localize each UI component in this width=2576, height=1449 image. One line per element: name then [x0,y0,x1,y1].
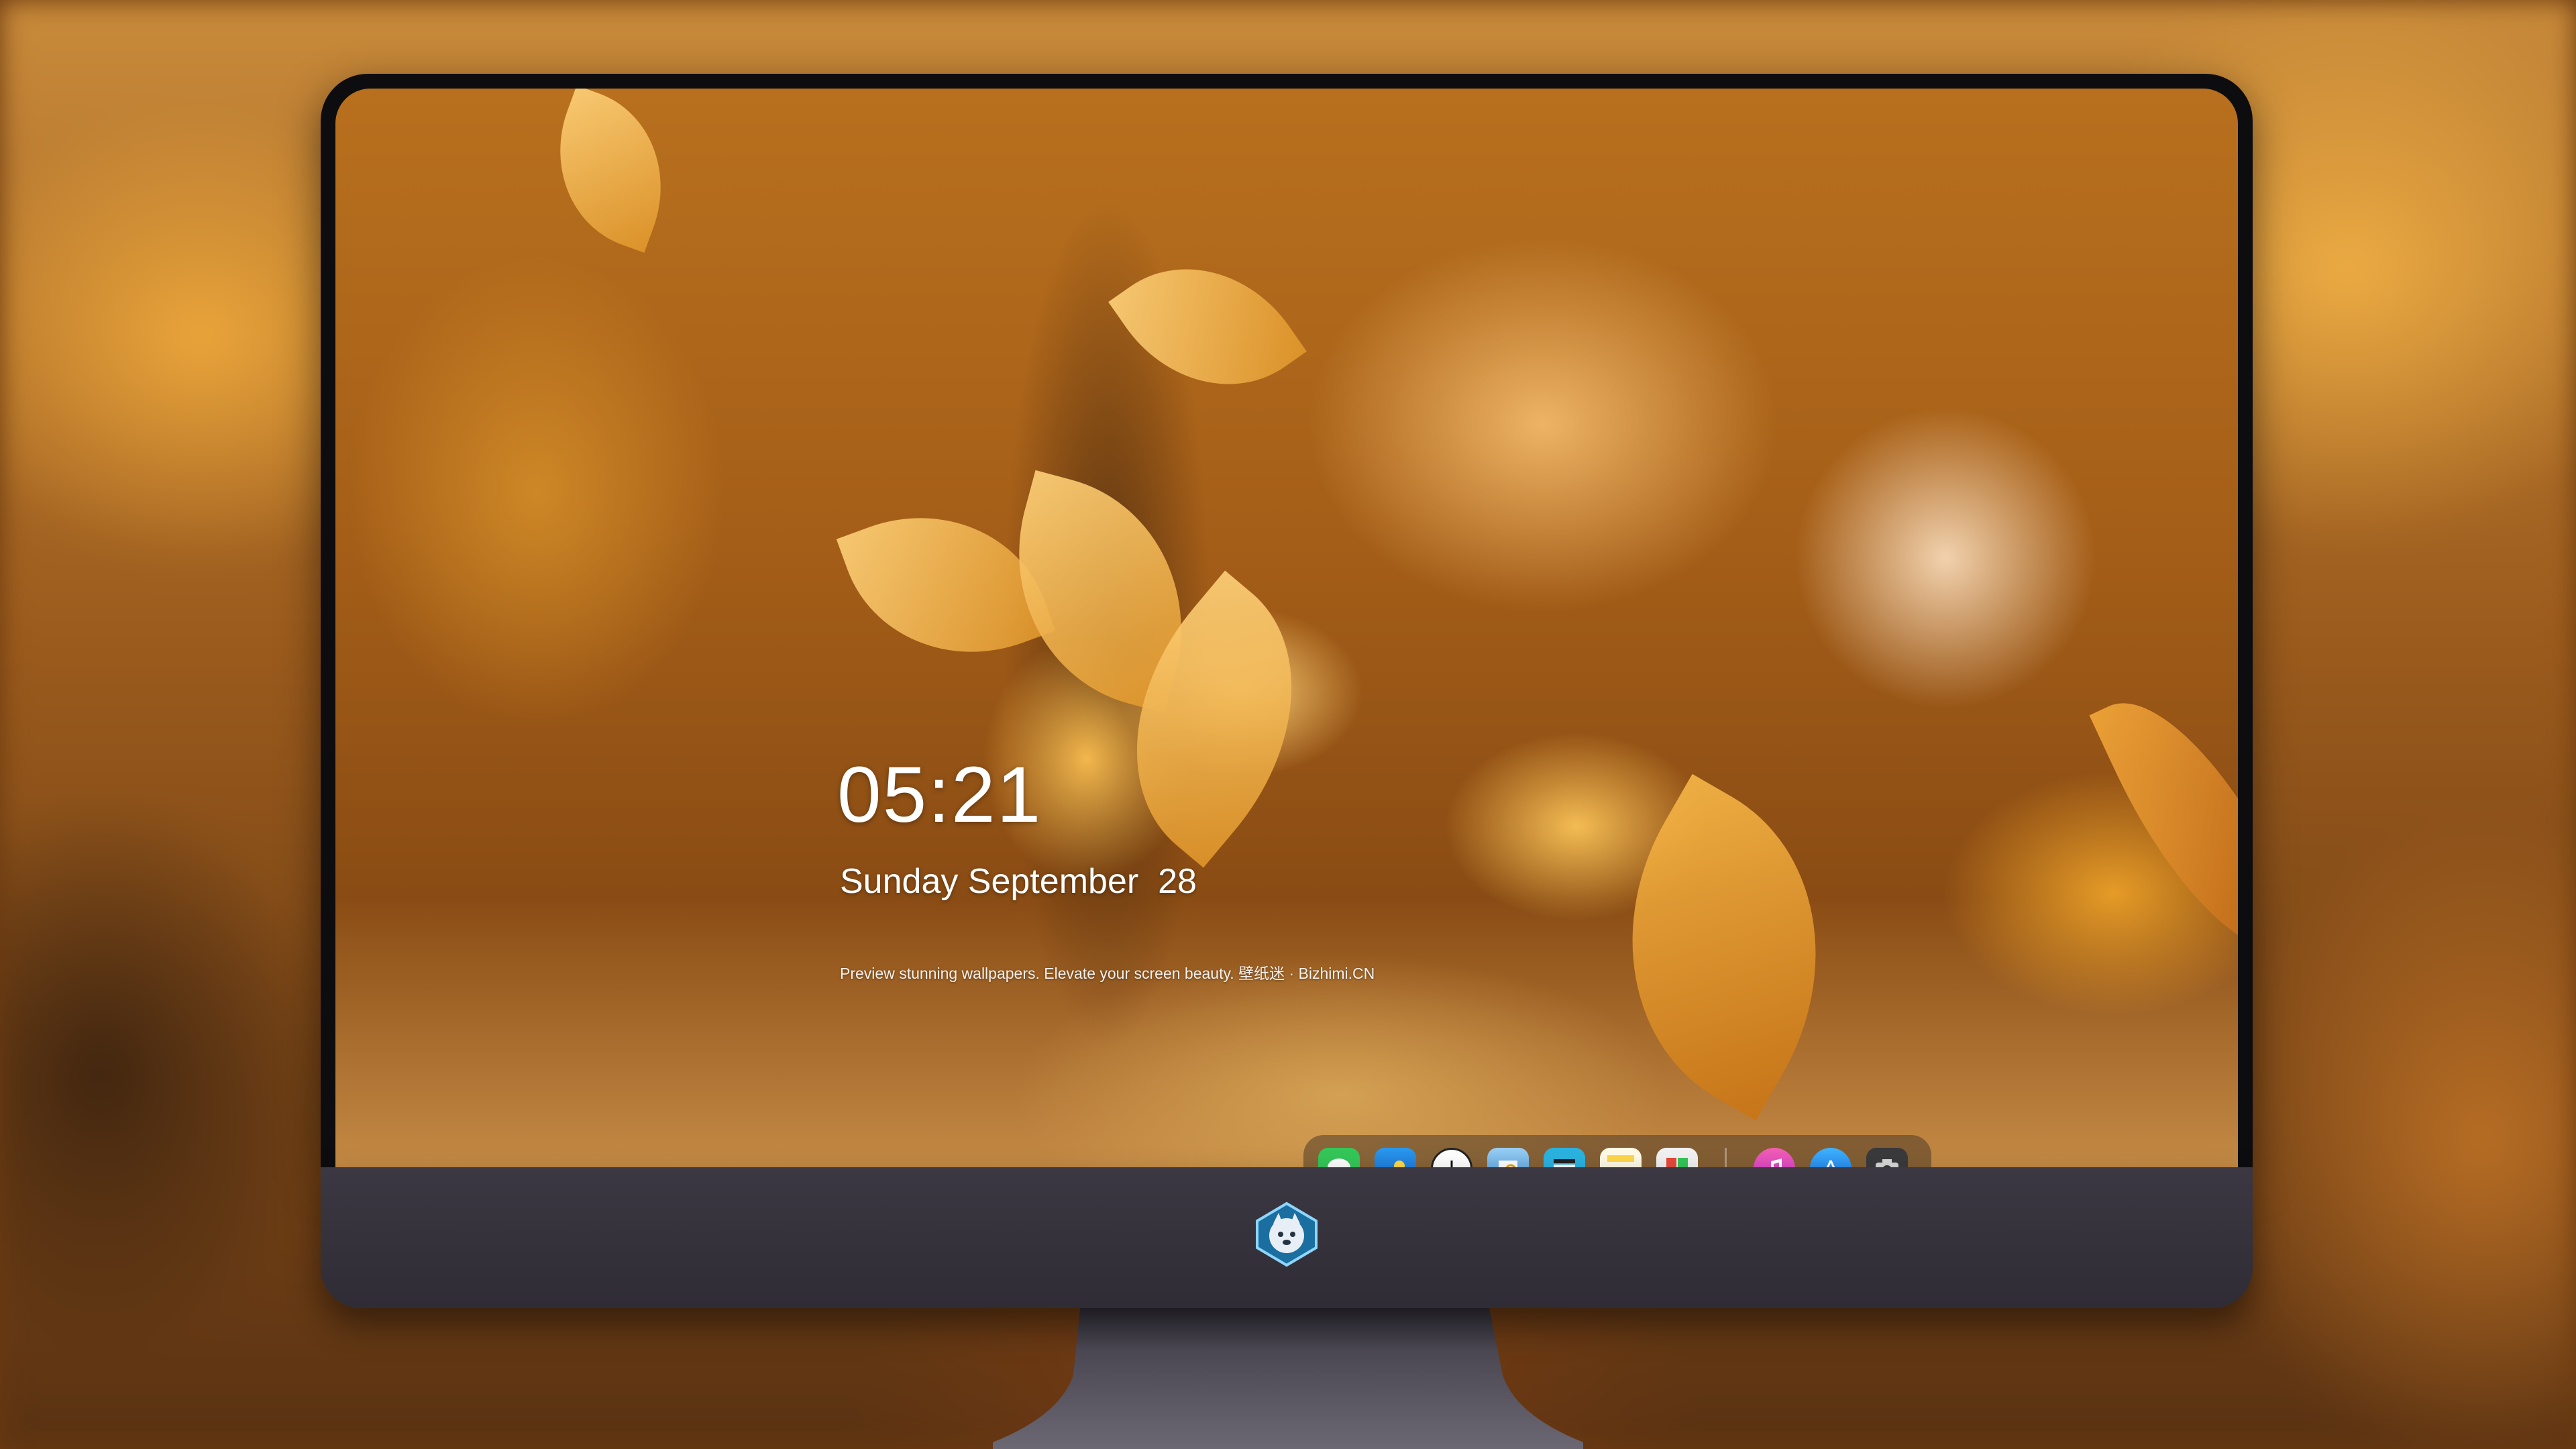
clock-icon[interactable] [1431,1148,1472,1169]
app-store-icon[interactable] [1810,1148,1851,1169]
lock-screen: 05:21 Sunday September 28 Preview stunni… [335,89,2238,1169]
monitor-stand [993,1308,1583,1449]
lock-screen-date: Sunday September 28 [840,862,1197,901]
messages-icon[interactable] [1318,1148,1360,1169]
photo-booth-icon[interactable] [1656,1148,1698,1169]
weather-icon[interactable] [1375,1148,1416,1169]
lock-screen-tagline: Preview stunning wallpapers. Elevate you… [840,965,1375,982]
notes-icon[interactable] [1600,1148,1642,1169]
wallpaper-leaf [2089,669,2238,983]
wallpaper-leaf [1558,773,1890,1121]
preview-icon[interactable] [1487,1148,1529,1169]
dock [1303,1135,1931,1169]
clips-icon[interactable] [1544,1148,1585,1169]
camera-icon[interactable] [1866,1148,1908,1169]
monitor: 05:21 Sunday September 28 Preview stunni… [321,74,2253,1308]
dock-separator [1725,1148,1727,1169]
wallpaper-leaf [531,89,690,253]
lock-screen-time: 05:21 [837,751,1042,839]
wallpaper-leaf [1108,225,1307,429]
wolf-mascot-logo [1253,1201,1320,1268]
music-icon[interactable] [1754,1148,1795,1169]
